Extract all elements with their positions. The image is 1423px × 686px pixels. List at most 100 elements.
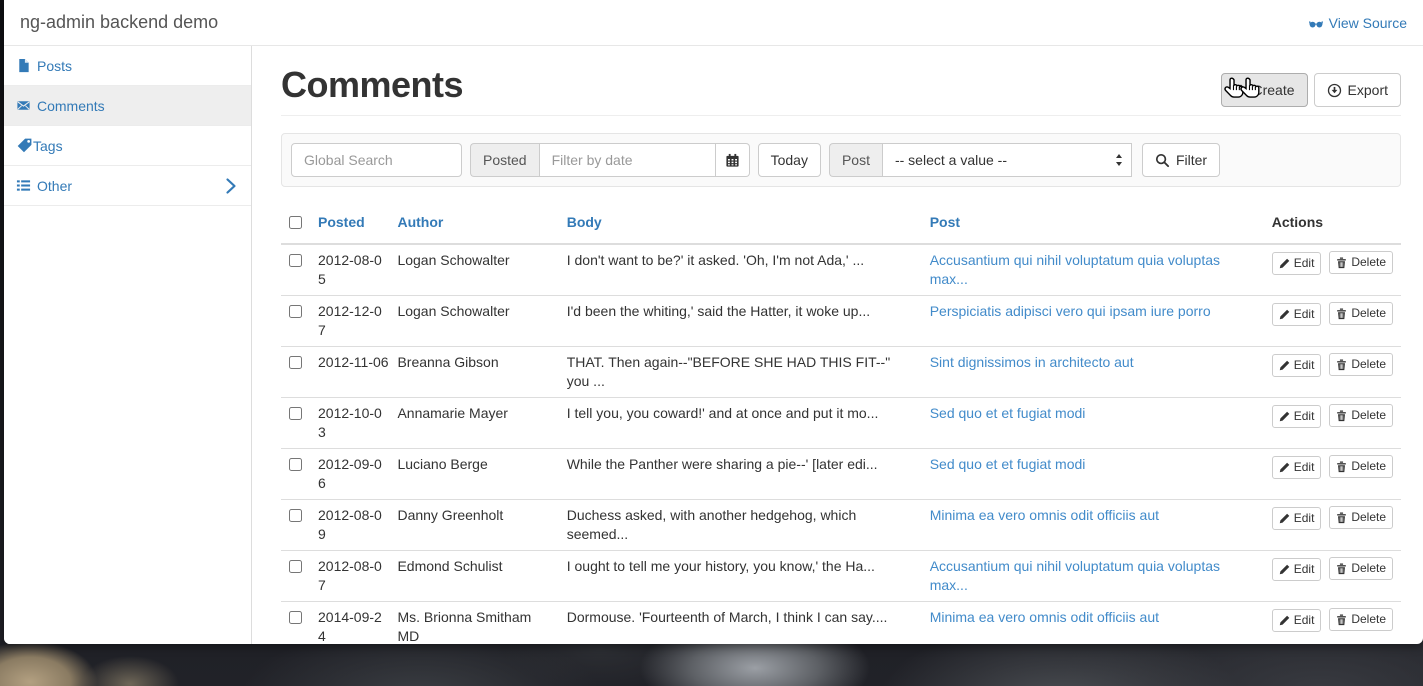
body-cell: I ought to tell me your history, you kno… — [559, 551, 922, 602]
delete-button[interactable]: Delete — [1329, 455, 1393, 478]
trash-icon — [1336, 512, 1347, 524]
delete-button-label: Delete — [1351, 356, 1386, 373]
posted-cell: 2012-10-03 — [310, 398, 389, 449]
post-link[interactable]: Perspiciatis adipisci vero qui ipsam iur… — [930, 303, 1211, 319]
table-row: 2012-08-05 Logan Schowalter I don't want… — [281, 244, 1401, 296]
edit-button-label: Edit — [1294, 255, 1315, 272]
pencil-icon — [1279, 513, 1290, 524]
export-button-label: Export — [1348, 80, 1388, 100]
trash-icon — [1336, 563, 1347, 575]
author-cell: Danny Greenholt — [389, 500, 558, 551]
post-link[interactable]: Sed quo et et fugiat modi — [930, 405, 1086, 421]
delete-button[interactable]: Delete — [1329, 608, 1393, 631]
pencil-icon — [1279, 360, 1290, 371]
calendar-icon — [725, 153, 740, 168]
edit-button[interactable]: Edit — [1272, 507, 1322, 530]
edit-button-label: Edit — [1294, 612, 1315, 629]
export-button[interactable]: Export — [1314, 73, 1401, 107]
pencil-icon — [1279, 411, 1290, 422]
row-checkbox[interactable] — [289, 611, 302, 624]
body-cell: I tell you, you coward!' and at once and… — [559, 398, 922, 449]
body-cell: THAT. Then again--"BEFORE SHE HAD THIS F… — [559, 347, 922, 398]
global-search-input[interactable] — [291, 143, 462, 177]
delete-button[interactable]: Delete — [1329, 353, 1393, 376]
file-icon — [16, 58, 31, 73]
row-checkbox[interactable] — [289, 356, 302, 369]
edit-button[interactable]: Edit — [1272, 303, 1322, 326]
plus-icon — [1234, 84, 1247, 97]
delete-button-label: Delete — [1351, 407, 1386, 424]
edit-button[interactable]: Edit — [1272, 252, 1322, 275]
post-select[interactable]: -- select a value -- — [882, 143, 1132, 177]
post-link[interactable]: Sint dignissimos in architecto aut — [930, 354, 1134, 370]
delete-button[interactable]: Delete — [1329, 506, 1393, 529]
edit-button-label: Edit — [1294, 459, 1315, 476]
filter-panel: Posted Today Post — [281, 133, 1401, 187]
sidebar-item-tags[interactable]: Tags — [4, 126, 251, 166]
posted-cell: 2012-08-05 — [310, 244, 389, 296]
sort-body-header[interactable]: Body — [567, 214, 602, 230]
edit-button[interactable]: Edit — [1272, 558, 1322, 581]
post-link[interactable]: Minima ea vero omnis odit officiis aut — [930, 609, 1159, 625]
posted-cell: 2012-08-07 — [310, 551, 389, 602]
table-row: 2012-08-07 Edmond Schulist I ought to te… — [281, 551, 1401, 602]
author-cell: Edmond Schulist — [389, 551, 558, 602]
row-checkbox[interactable] — [289, 407, 302, 420]
edit-button[interactable]: Edit — [1272, 456, 1322, 479]
row-checkbox[interactable] — [289, 458, 302, 471]
posted-cell: 2012-09-06 — [310, 449, 389, 500]
delete-button[interactable]: Delete — [1329, 251, 1393, 274]
pencil-icon — [1279, 462, 1290, 473]
sidebar-item-other[interactable]: Other — [4, 166, 251, 206]
sidebar-item-posts[interactable]: Posts — [4, 46, 251, 86]
date-filter-input[interactable] — [539, 143, 716, 177]
edit-button[interactable]: Edit — [1272, 405, 1322, 428]
delete-button[interactable]: Delete — [1329, 302, 1393, 325]
edit-button[interactable]: Edit — [1272, 609, 1322, 632]
sort-author-header[interactable]: Author — [397, 214, 443, 230]
table-row: 2012-12-07 Logan Schowalter I'd been the… — [281, 296, 1401, 347]
sidebar-item-label: Tags — [33, 138, 63, 154]
post-link[interactable]: Accusantium qui nihil voluptatum quia vo… — [930, 252, 1220, 287]
table-row: 2012-11-06 Breanna Gibson THAT. Then aga… — [281, 347, 1401, 398]
calendar-button[interactable] — [716, 143, 750, 177]
posted-addon-label: Posted — [470, 143, 539, 177]
create-button-label: Create — [1253, 80, 1295, 100]
delete-button[interactable]: Delete — [1329, 557, 1393, 580]
post-link[interactable]: Minima ea vero omnis odit officiis aut — [930, 507, 1159, 523]
trash-icon — [1336, 614, 1347, 626]
edit-button-label: Edit — [1294, 306, 1315, 323]
body-cell: I don't want to be?' it asked. 'Oh, I'm … — [559, 244, 922, 296]
sidebar-item-comments[interactable]: Comments — [4, 86, 251, 126]
date-filter-group: Posted — [470, 143, 750, 177]
author-cell: Logan Schowalter — [389, 296, 558, 347]
pencil-icon — [1279, 258, 1290, 269]
select-all-checkbox[interactable] — [289, 216, 302, 229]
row-checkbox[interactable] — [289, 509, 302, 522]
sort-post-header[interactable]: Post — [930, 214, 960, 230]
comments-table: Posted Author Body Post Actions 2012-08-… — [281, 207, 1401, 644]
delete-button[interactable]: Delete — [1329, 404, 1393, 427]
posted-cell: 2014-09-24 — [310, 602, 389, 645]
actions-header: Actions — [1264, 207, 1401, 244]
edit-button[interactable]: Edit — [1272, 354, 1322, 377]
filter-button[interactable]: Filter — [1142, 143, 1220, 177]
delete-button-label: Delete — [1351, 509, 1386, 526]
create-button[interactable]: Create — [1221, 73, 1308, 107]
app-window: ng-admin backend demo View Source Posts … — [4, 0, 1423, 644]
table-body: 2012-08-05 Logan Schowalter I don't want… — [281, 244, 1401, 644]
view-source-link[interactable]: View Source — [1308, 15, 1407, 31]
edit-button-label: Edit — [1294, 357, 1315, 374]
today-button[interactable]: Today — [758, 143, 821, 177]
author-cell: Logan Schowalter — [389, 244, 558, 296]
post-link[interactable]: Sed quo et et fugiat modi — [930, 456, 1086, 472]
post-link[interactable]: Accusantium qui nihil voluptatum quia vo… — [930, 558, 1220, 593]
top-navbar: ng-admin backend demo View Source — [4, 0, 1423, 46]
row-checkbox[interactable] — [289, 254, 302, 267]
sort-posted-header[interactable]: Posted — [318, 214, 365, 230]
edit-button-label: Edit — [1294, 408, 1315, 425]
row-checkbox[interactable] — [289, 305, 302, 318]
row-checkbox[interactable] — [289, 560, 302, 573]
pencil-icon — [1279, 309, 1290, 320]
sidebar-item-label: Posts — [37, 58, 72, 74]
